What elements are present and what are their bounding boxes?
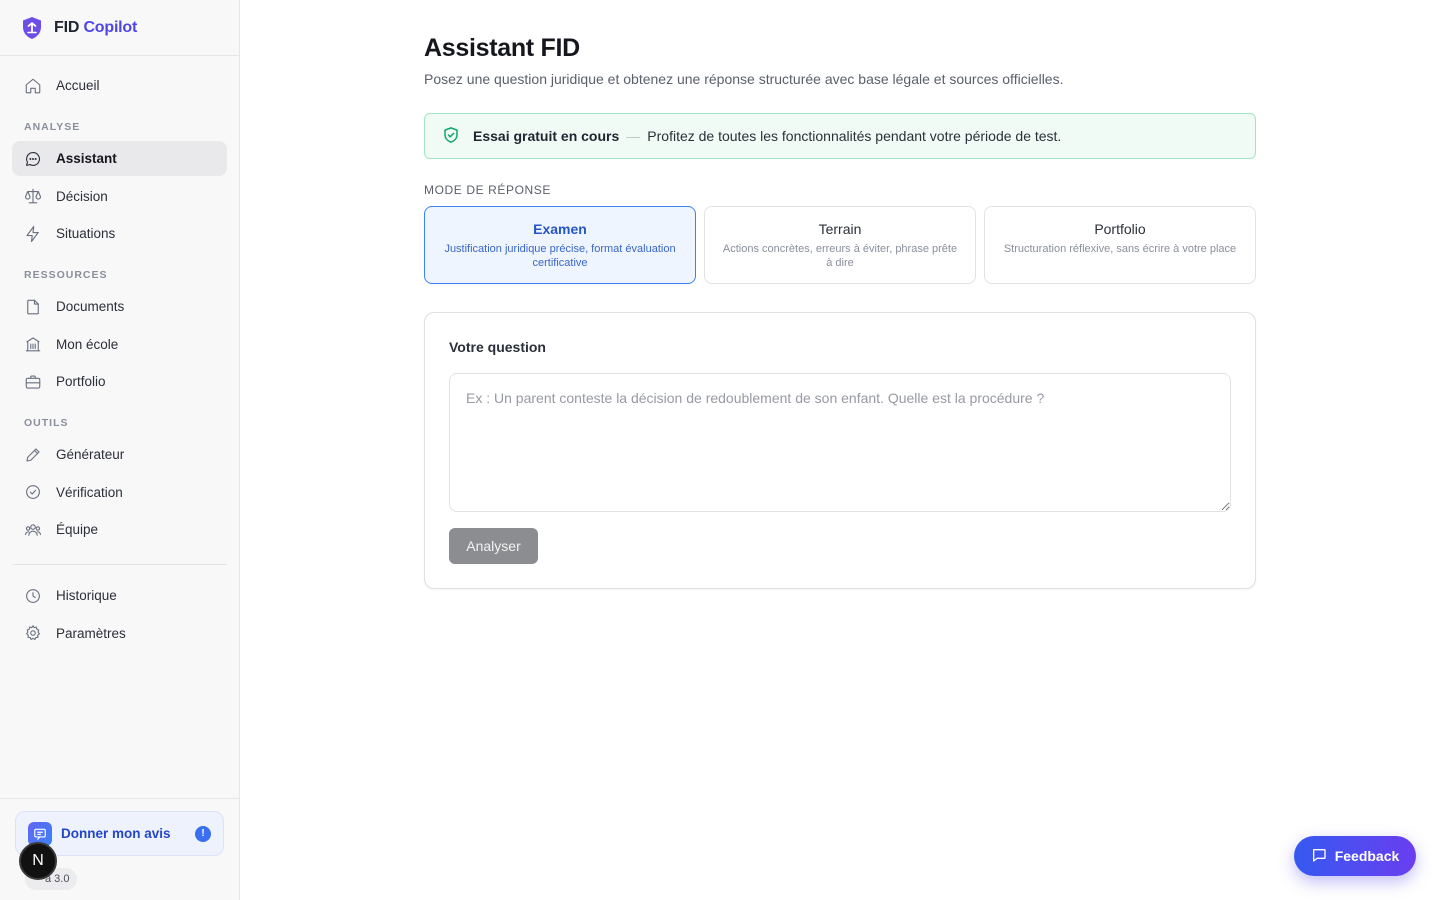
sidebar-item-label: Portfolio [56, 374, 106, 389]
sidebar-item-parametres[interactable]: Paramètres [12, 616, 227, 651]
sidebar-nav: Accueil ANALYSE Assistant Décision Situa… [0, 56, 239, 651]
pencil-icon [26, 447, 40, 462]
sidebar-item-generateur[interactable]: Générateur [12, 437, 227, 472]
sidebar-item-label: Paramètres [56, 625, 126, 641]
mode-description: Actions concrètes, erreurs à éviter, phr… [722, 243, 958, 269]
sidebar-item-verification[interactable]: Vérification [12, 475, 227, 510]
section-label-analyse: ANALYSE [24, 121, 81, 133]
user-avatar[interactable]: N [19, 842, 57, 880]
sidebar-item-label: Documents [56, 299, 125, 314]
trial-banner: Essai gratuit en cours — Profitez de toute… [424, 113, 1256, 159]
page-subtitle: Posez une question juridique et obtenez … [424, 71, 1064, 87]
main-content: Assistant FID Posez une question juridiq… [424, 0, 1256, 589]
brand[interactable]: FID Copilot [0, 0, 239, 56]
mode-title: Portfolio [1094, 221, 1146, 237]
chat-bubble-icon [26, 151, 40, 166]
question-input[interactable] [449, 373, 1231, 512]
trial-title: Essai gratuit en cours [473, 128, 620, 144]
sidebar-item-decision[interactable]: Décision [12, 179, 227, 214]
sidebar-item-portfolio[interactable]: Portfolio [12, 364, 227, 399]
sidebar-item-assistant[interactable]: Assistant [12, 141, 227, 176]
sidebar-item-equipe[interactable]: Équipe [12, 512, 227, 547]
sidebar-divider [12, 564, 227, 565]
mode-title: Examen [533, 221, 587, 237]
question-label: Votre question [449, 339, 546, 355]
building-icon [25, 337, 41, 352]
trial-text: Profitez de toutes les fonctionnalités p… [647, 128, 1062, 144]
document-icon [27, 299, 39, 314]
sidebar-item-label: Équipe [56, 522, 99, 537]
sidebar-item-mon-ecole[interactable]: Mon école [12, 327, 227, 362]
give-feedback-label: Donner mon avis [61, 826, 171, 841]
sidebar-item-label: Historique [56, 588, 117, 603]
sidebar-item-accueil[interactable]: Accueil [12, 68, 227, 103]
sidebar-item-label: Assistant [56, 151, 117, 166]
feedback-label: Feedback [1334, 848, 1400, 864]
mode-section-label: MODE DE RÉPONSE [424, 183, 552, 197]
sidebar-item-label: Mon école [56, 336, 119, 352]
sidebar-item-label: Situations [56, 226, 116, 241]
mode-description: Structuration réflexive, sans écrire à v… [1003, 243, 1237, 255]
trial-separator: — [626, 128, 641, 144]
notification-badge: ! [195, 825, 211, 842]
page-title: Assistant FID [424, 34, 580, 62]
users-icon [24, 523, 42, 536]
sidebar-item-documents[interactable]: Documents [12, 289, 227, 324]
sidebar-item-label: Vérification [56, 484, 123, 500]
sidebar-item-label: Générateur [56, 447, 125, 462]
mode-option-portfolio[interactable]: Portfolio Structuration réflexive, sans … [984, 206, 1256, 284]
mode-selector: Examen Justification juridique précise, … [424, 206, 1256, 284]
mode-title: Terrain [818, 221, 862, 237]
mode-option-terrain[interactable]: Terrain Actions concrètes, erreurs à évi… [704, 206, 976, 284]
feedback-button[interactable]: Feedback [1294, 836, 1416, 876]
shield-logo-icon [20, 16, 44, 40]
sidebar-item-situations[interactable]: Situations [12, 216, 227, 251]
briefcase-icon [25, 374, 41, 389]
chat-icon [1311, 847, 1327, 866]
scales-icon [24, 188, 42, 204]
mode-description: Justification juridique précise, format … [444, 243, 676, 269]
question-card: Votre question Analyser [424, 312, 1256, 589]
section-label-outils: OUTILS [24, 417, 69, 429]
home-icon [25, 78, 41, 93]
clock-icon [26, 588, 40, 603]
sidebar-item-label: Décision [56, 188, 108, 204]
analyze-button[interactable]: Analyser [449, 528, 538, 564]
sidebar-footer: Donner mon avis ! a 3.0 N [0, 798, 239, 900]
sidebar: FID Copilot Accueil ANALYSE Assistant Dé… [0, 0, 240, 900]
check-circle-icon [26, 485, 40, 499]
gear-icon [26, 625, 40, 641]
shield-check-icon [442, 126, 460, 147]
section-label-ressources: RESSOURCES [24, 269, 108, 281]
sidebar-item-historique[interactable]: Historique [12, 578, 227, 613]
mode-option-examen[interactable]: Examen Justification juridique précise, … [424, 206, 696, 284]
brand-name: FID Copilot [54, 18, 138, 36]
sidebar-item-label: Accueil [56, 78, 100, 93]
lightning-icon [26, 225, 39, 242]
